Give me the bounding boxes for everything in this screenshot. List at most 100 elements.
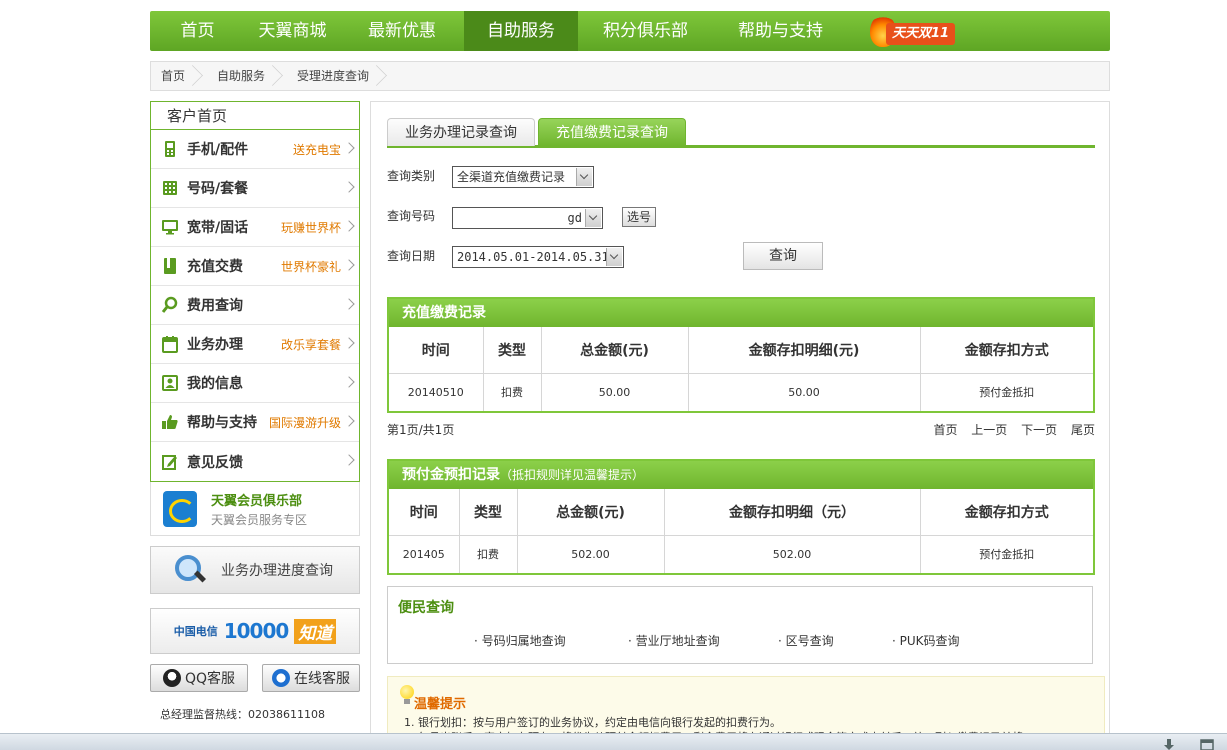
link-area-code[interactable]: · 区号查询: [778, 632, 834, 649]
pager-next[interactable]: 下一页: [1021, 423, 1057, 437]
query-date-select[interactable]: 2014.05.01-2014.05.31: [452, 246, 624, 268]
chevron-down-icon: [585, 209, 601, 227]
query-tabs: 业务办理记录查询 充值缴费记录查询: [387, 118, 1095, 148]
main-content: 业务办理记录查询 充值缴费记录查询 查询类别 全渠道充值缴费记录 查询号码 gd…: [370, 101, 1110, 750]
query-date-label: 查询日期: [387, 249, 436, 263]
sidebar-item-number[interactable]: 号码/套餐: [151, 169, 359, 208]
nav-self-service[interactable]: 自助服务: [464, 11, 578, 51]
user-icon: [161, 374, 179, 392]
query-type-select[interactable]: 全渠道充值缴费记录: [452, 166, 594, 188]
sidebar-item-recharge[interactable]: 充值交费 世界杯豪礼: [151, 247, 359, 286]
calendar-icon: [161, 335, 179, 353]
sidebar-item-promo[interactable]: 改乐享套餐: [281, 336, 341, 353]
breadcrumb: 首页 自助服务 受理进度查询: [150, 61, 1110, 91]
bulb-icon: [400, 685, 414, 705]
monitor-icon: [161, 218, 179, 236]
chevron-down-icon: [606, 248, 622, 266]
link-label: 营业厅地址查询: [635, 634, 720, 648]
sidebar-item-promo[interactable]: 世界杯豪礼: [281, 258, 341, 275]
sidebar-item-label: 帮助与支持: [187, 415, 257, 431]
zhidao-label: 知道: [294, 618, 337, 644]
sidebar-item-promo[interactable]: 国际漫游升级: [269, 414, 341, 431]
query-button[interactable]: 查询: [743, 242, 823, 270]
nav-home[interactable]: 首页: [150, 11, 245, 51]
chevron-right-icon: [343, 220, 355, 232]
tips-title: 温馨提示: [400, 685, 467, 712]
nav-help[interactable]: 帮助与支持: [713, 11, 848, 51]
table-header: 金额存扣方式: [920, 489, 1093, 536]
link-label: 号码归属地查询: [481, 634, 566, 648]
sidebar-item-help[interactable]: 帮助与支持 国际漫游升级: [151, 403, 359, 442]
nav-points-club[interactable]: 积分俱乐部: [578, 11, 713, 51]
chevron-right-icon: [343, 142, 355, 154]
table-cell: 201405: [389, 535, 460, 573]
sidebar-item-promo[interactable]: 送充电宝: [293, 141, 341, 158]
recharge-records-title: 充值缴费记录: [389, 299, 1093, 327]
chevron-right-icon: [343, 298, 355, 310]
link-store-address[interactable]: · 营业厅地址查询: [628, 632, 720, 649]
sidebar-item-broadband[interactable]: 宽带/固话 玩赚世界杯: [151, 208, 359, 247]
tips-title-text: 温馨提示: [414, 697, 467, 712]
table-cell: 预付金抵扣: [979, 386, 1035, 400]
query-type-label: 查询类别: [387, 169, 436, 183]
phone-icon: [161, 140, 179, 158]
convenience-title: 便民查询: [398, 600, 454, 616]
sidebar-item-label: 意见反馈: [187, 454, 243, 471]
page: 首页 天翼商城 最新优惠 自助服务 积分俱乐部 帮助与支持 天天双11 首页 自…: [0, 0, 1227, 750]
recharge-records-panel: 充值缴费记录 时间 类型 总金额(元) 金额存扣明细(元) 金额存扣方式 201…: [387, 297, 1095, 413]
table-header: 金额存扣明细（元）: [664, 489, 921, 536]
member-club-link[interactable]: 天翼会员俱乐部 天翼会员服务专区: [150, 482, 360, 536]
tab-business-records[interactable]: 业务办理记录查询: [387, 118, 535, 146]
query-type-value: 全渠道充值缴费记录: [457, 170, 566, 184]
download-icon[interactable]: [1162, 736, 1176, 750]
tip-line: 1. 银行划扣：按与用户签订的业务协议，约定由电信向银行发起的扣费行为。: [404, 716, 781, 729]
pager-last[interactable]: 尾页: [1071, 423, 1095, 437]
chevron-right-icon: [343, 259, 355, 271]
online-service-button[interactable]: 在线客服: [262, 664, 360, 692]
chevron-right-icon: [343, 454, 355, 466]
sidebar-item-promo[interactable]: 玩赚世界杯: [281, 219, 341, 236]
edit-icon: [161, 453, 179, 471]
sidebar-item-label: 充值交费: [187, 259, 243, 275]
tab-recharge-records[interactable]: 充值缴费记录查询: [538, 118, 686, 146]
sidebar-item-phone[interactable]: 手机/配件 送充电宝: [151, 130, 359, 169]
pager-prev[interactable]: 上一页: [971, 423, 1007, 437]
nav-offers[interactable]: 最新优惠: [340, 11, 464, 51]
10000-zhidao-banner[interactable]: 中国电信 10000 知道: [150, 608, 360, 654]
table-header: 总金额(元): [541, 327, 689, 374]
sidebar-item-billing[interactable]: 费用查询: [151, 286, 359, 325]
breadcrumb-home[interactable]: 首页: [151, 62, 207, 90]
sidebar-item-label: 号码/套餐: [187, 181, 249, 197]
sidebar-item-feedback[interactable]: 意见反馈: [151, 442, 359, 481]
qq-service-button[interactable]: QQ客服: [150, 664, 248, 692]
chevron-right-icon: [343, 337, 355, 349]
link-puk[interactable]: · PUK码查询: [892, 632, 960, 649]
promo-banner[interactable]: 天天双11: [870, 15, 970, 47]
page-info: 第1页/共1页: [387, 423, 455, 437]
prepay-records-title: 预付金预扣记录: [402, 467, 500, 483]
nav-mall[interactable]: 天翼商城: [245, 11, 340, 51]
window-icon[interactable]: [1200, 736, 1214, 750]
sidebar-item-label: 费用查询: [187, 298, 243, 314]
qq-icon: [162, 669, 181, 687]
manager-hotline: 总经理监督热线：02038611108: [160, 708, 325, 721]
table-header: 金额存扣明细(元): [688, 327, 921, 374]
table-cell: 预付金抵扣: [979, 548, 1035, 562]
magnifier-icon: [175, 555, 205, 585]
sidebar-item-my-info[interactable]: 我的信息: [151, 364, 359, 403]
pager-first[interactable]: 首页: [933, 423, 957, 437]
online-service-label: 在线客服: [294, 671, 350, 687]
sidebar-item-business[interactable]: 业务办理 改乐享套餐: [151, 325, 359, 364]
link-number-location[interactable]: · 号码归属地查询: [474, 632, 566, 649]
ie-icon: [272, 669, 290, 687]
table-cell: 扣费: [483, 373, 542, 411]
prepay-records-subtitle: （抵扣规则详见温馨提示）: [500, 468, 645, 482]
pick-number-button[interactable]: 选号: [622, 207, 657, 227]
query-number-label: 查询号码: [387, 209, 436, 223]
link-label: 区号查询: [785, 634, 834, 648]
breadcrumb-self-service[interactable]: 自助服务: [207, 62, 287, 90]
query-number-select[interactable]: gd: [452, 207, 603, 229]
sidebar-item-label: 手机/配件: [187, 142, 249, 158]
sidebar-menu: 客户首页 手机/配件 送充电宝 号码/套餐 宽带/固话 玩赚世界杯 充值交费 世…: [150, 101, 360, 482]
progress-query-button[interactable]: 业务办理进度查询: [150, 546, 360, 594]
